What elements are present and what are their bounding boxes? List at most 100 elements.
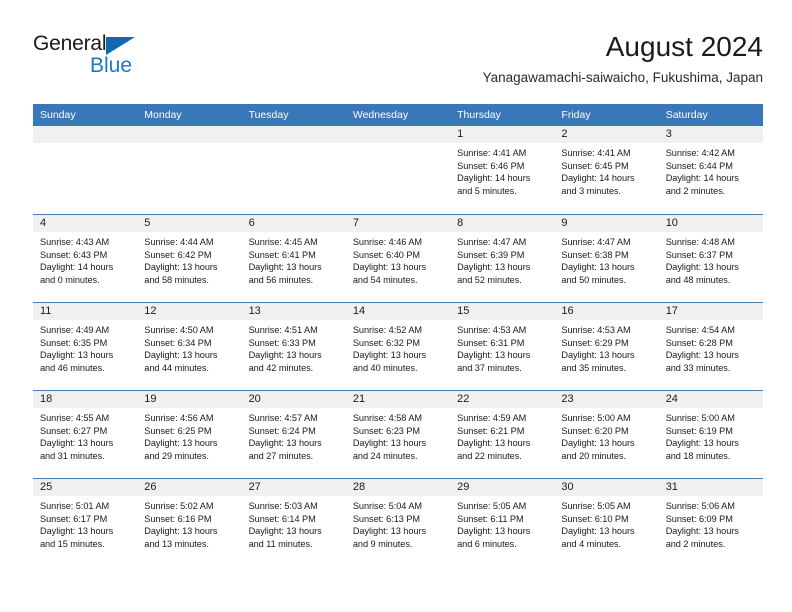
calendar-day-cell[interactable]: 14 Sunrise: 4:52 AM Sunset: 6:32 PM Dayligh…: [345, 303, 451, 390]
day-detail-line: Daylight: 13 hours: [352, 526, 426, 537]
day-details: Sunrise: 4:45 AM Sunset: 6:41 PM Daylight:…: [242, 232, 346, 286]
day-detail-line: Daylight: 13 hours: [248, 526, 322, 537]
day-detail-line: and 6 minutes.: [457, 538, 517, 549]
day-detail-line: Sunset: 6:28 PM: [665, 337, 733, 348]
day-detail-line: Sunrise: 5:00 AM: [665, 413, 735, 423]
day-of-week-header-sunday: Sunday: [40, 109, 76, 121]
calendar-grid: Sunday Monday Tuesday Wednesday Thursday Frid…: [33, 104, 763, 566]
day-details: Sunrise: 4:55 AM Sunset: 6:27 PM Daylight:…: [33, 408, 137, 462]
day-detail-line: Daylight: 14 hours: [665, 173, 739, 184]
day-detail-line: Daylight: 13 hours: [40, 526, 114, 537]
day-detail-line: Daylight: 13 hours: [248, 350, 322, 361]
calendar-day-cell[interactable]: 18 Sunrise: 4:55 AM Sunset: 6:27 PM Dayligh…: [33, 391, 138, 478]
day-details: Sunrise: 4:51 AM Sunset: 6:33 PM Daylight:…: [242, 320, 346, 374]
day-details: Sunrise: 4:53 AM Sunset: 6:29 PM Daylight:…: [554, 320, 658, 374]
day-details: Sunrise: 5:00 AM Sunset: 6:20 PM Daylight:…: [554, 408, 658, 462]
day-detail-line: and 20 minutes.: [561, 450, 627, 461]
day-detail-line: Sunset: 6:45 PM: [561, 160, 629, 171]
day-detail-line: Sunset: 6:39 PM: [457, 249, 525, 260]
calendar-day-cell[interactable]: 23 Sunrise: 5:00 AM Sunset: 6:20 PM Dayligh…: [554, 391, 659, 478]
day-of-week-header-row: Sunday Monday Tuesday Wednesday Thursday Frid…: [33, 104, 763, 126]
calendar-weeks: 1 Sunrise: 4:41 AM Sunset: 6:46 PM Daylight…: [33, 126, 763, 566]
day-detail-line: Sunset: 6:17 PM: [40, 513, 108, 524]
day-detail-line: Sunset: 6:34 PM: [144, 337, 212, 348]
day-detail-line: Sunrise: 4:49 AM: [40, 325, 110, 335]
day-detail-line: Sunrise: 5:05 AM: [561, 501, 631, 511]
calendar-day-cell[interactable]: 11 Sunrise: 4:49 AM Sunset: 6:35 PM Dayligh…: [33, 303, 138, 390]
calendar-day-cell[interactable]: 29 Sunrise: 5:05 AM Sunset: 6:11 PM Dayligh…: [450, 479, 555, 566]
day-number: 7: [345, 215, 451, 232]
calendar-day-cell[interactable]: 7 Sunrise: 4:46 AM Sunset: 6:40 PM Daylight…: [345, 215, 451, 302]
calendar-day-cell[interactable]: 19 Sunrise: 4:56 AM Sunset: 6:25 PM Dayligh…: [137, 391, 242, 478]
calendar-day-cell[interactable]: 25 Sunrise: 5:01 AM Sunset: 6:17 PM Dayligh…: [33, 479, 138, 566]
day-detail-line: Sunset: 6:29 PM: [561, 337, 629, 348]
calendar-day-cell[interactable]: 20 Sunrise: 4:57 AM Sunset: 6:24 PM Dayligh…: [241, 391, 346, 478]
calendar-day-cell[interactable]: 2 Sunrise: 4:41 AM Sunset: 6:45 PM Daylight…: [554, 126, 659, 214]
day-detail-line: Sunrise: 4:53 AM: [561, 325, 631, 335]
day-details: Sunrise: 4:41 AM Sunset: 6:45 PM Daylight:…: [554, 143, 658, 197]
calendar-day-cell[interactable]: 4 Sunrise: 4:43 AM Sunset: 6:43 PM Daylight…: [33, 215, 138, 302]
day-detail-line: Daylight: 13 hours: [40, 350, 114, 361]
day-detail-line: Sunrise: 5:05 AM: [457, 501, 527, 511]
day-detail-line: Daylight: 13 hours: [457, 526, 531, 537]
day-detail-line: Daylight: 13 hours: [561, 350, 635, 361]
day-number: 1: [450, 126, 555, 143]
calendar-day-cell[interactable]: 17 Sunrise: 4:54 AM Sunset: 6:28 PM Dayligh…: [658, 303, 763, 390]
calendar-day-cell[interactable]: 10 Sunrise: 4:48 AM Sunset: 6:37 PM Dayligh…: [658, 215, 763, 302]
day-details: Sunrise: 4:49 AM Sunset: 6:35 PM Daylight:…: [33, 320, 137, 374]
day-detail-line: and 54 minutes.: [352, 274, 418, 285]
calendar-page: General Blue August 2024 Yanagawamachi-s…: [0, 0, 792, 612]
day-detail-line: Sunrise: 4:59 AM: [457, 413, 527, 423]
brand-logo[interactable]: General Blue: [33, 32, 233, 88]
day-detail-line: Sunset: 6:31 PM: [457, 337, 525, 348]
day-number: 5: [137, 215, 242, 232]
day-detail-line: Sunset: 6:44 PM: [665, 160, 733, 171]
day-details: Sunrise: 5:03 AM Sunset: 6:14 PM Daylight:…: [242, 496, 346, 550]
day-detail-line: and 0 minutes.: [40, 274, 100, 285]
calendar-day-cell[interactable]: 9 Sunrise: 4:47 AM Sunset: 6:38 PM Daylight…: [554, 215, 659, 302]
day-detail-line: Daylight: 13 hours: [665, 438, 739, 449]
calendar-day-cell[interactable]: 22 Sunrise: 4:59 AM Sunset: 6:21 PM Dayligh…: [450, 391, 555, 478]
day-detail-line: and 31 minutes.: [40, 450, 105, 461]
day-detail-line: Sunset: 6:38 PM: [561, 249, 629, 260]
day-detail-line: Daylight: 13 hours: [561, 526, 635, 537]
day-detail-line: Sunrise: 4:51 AM: [248, 325, 318, 335]
calendar-day-cell[interactable]: 6 Sunrise: 4:45 AM Sunset: 6:41 PM Daylight…: [241, 215, 346, 302]
calendar-day-cell[interactable]: 12 Sunrise: 4:50 AM Sunset: 6:34 PM Dayligh…: [137, 303, 242, 390]
day-number: 30: [554, 479, 659, 496]
calendar-day-cell[interactable]: 3 Sunrise: 4:42 AM Sunset: 6:44 PM Daylight…: [658, 126, 763, 214]
calendar-day-cell[interactable]: 24 Sunrise: 5:00 AM Sunset: 6:19 PM Dayligh…: [658, 391, 763, 478]
day-detail-line: and 50 minutes.: [561, 274, 627, 285]
day-detail-line: and 33 minutes.: [665, 362, 731, 373]
calendar-day-cell[interactable]: 13 Sunrise: 4:51 AM Sunset: 6:33 PM Dayligh…: [241, 303, 346, 390]
calendar-day-cell[interactable]: 26 Sunrise: 5:02 AM Sunset: 6:16 PM Dayligh…: [137, 479, 242, 566]
calendar-day-cell-empty: [345, 126, 451, 214]
day-number: 3: [658, 126, 763, 143]
day-detail-line: Sunrise: 5:03 AM: [248, 501, 318, 511]
day-number: 17: [658, 303, 763, 320]
calendar-day-cell[interactable]: 31 Sunrise: 5:06 AM Sunset: 6:09 PM Dayligh…: [658, 479, 763, 566]
calendar-day-cell[interactable]: 30 Sunrise: 5:05 AM Sunset: 6:10 PM Dayligh…: [554, 479, 659, 566]
day-detail-line: Sunrise: 4:54 AM: [665, 325, 735, 335]
day-details: Sunrise: 4:42 AM Sunset: 6:44 PM Daylight:…: [659, 143, 763, 197]
calendar-day-cell[interactable]: 5 Sunrise: 4:44 AM Sunset: 6:42 PM Daylight…: [137, 215, 242, 302]
day-number: 12: [137, 303, 242, 320]
calendar-day-cell[interactable]: 27 Sunrise: 5:03 AM Sunset: 6:14 PM Dayligh…: [241, 479, 346, 566]
page-title: August 2024: [605, 31, 763, 62]
calendar-day-cell[interactable]: 16 Sunrise: 4:53 AM Sunset: 6:29 PM Dayligh…: [554, 303, 659, 390]
calendar-day-cell[interactable]: 21 Sunrise: 4:58 AM Sunset: 6:23 PM Dayligh…: [345, 391, 451, 478]
day-details: Sunrise: 4:41 AM Sunset: 6:46 PM Daylight:…: [450, 143, 554, 197]
calendar-day-cell[interactable]: 1 Sunrise: 4:41 AM Sunset: 6:46 PM Daylight…: [450, 126, 555, 214]
calendar-day-cell[interactable]: 15 Sunrise: 4:53 AM Sunset: 6:31 PM Dayligh…: [450, 303, 555, 390]
day-number: 10: [658, 215, 763, 232]
day-detail-line: Sunrise: 4:55 AM: [40, 413, 110, 423]
calendar-day-cell[interactable]: 8 Sunrise: 4:47 AM Sunset: 6:39 PM Daylight…: [450, 215, 555, 302]
day-detail-line: Sunset: 6:25 PM: [144, 425, 212, 436]
triangle-icon: [106, 37, 135, 55]
day-detail-line: Sunset: 6:16 PM: [144, 513, 212, 524]
day-detail-line: Sunset: 6:46 PM: [457, 160, 525, 171]
day-detail-line: Sunset: 6:43 PM: [40, 249, 108, 260]
day-detail-line: Daylight: 13 hours: [561, 438, 635, 449]
calendar-day-cell[interactable]: 28 Sunrise: 5:04 AM Sunset: 6:13 PM Dayligh…: [345, 479, 451, 566]
day-details: Sunrise: 4:48 AM Sunset: 6:37 PM Daylight:…: [659, 232, 763, 286]
